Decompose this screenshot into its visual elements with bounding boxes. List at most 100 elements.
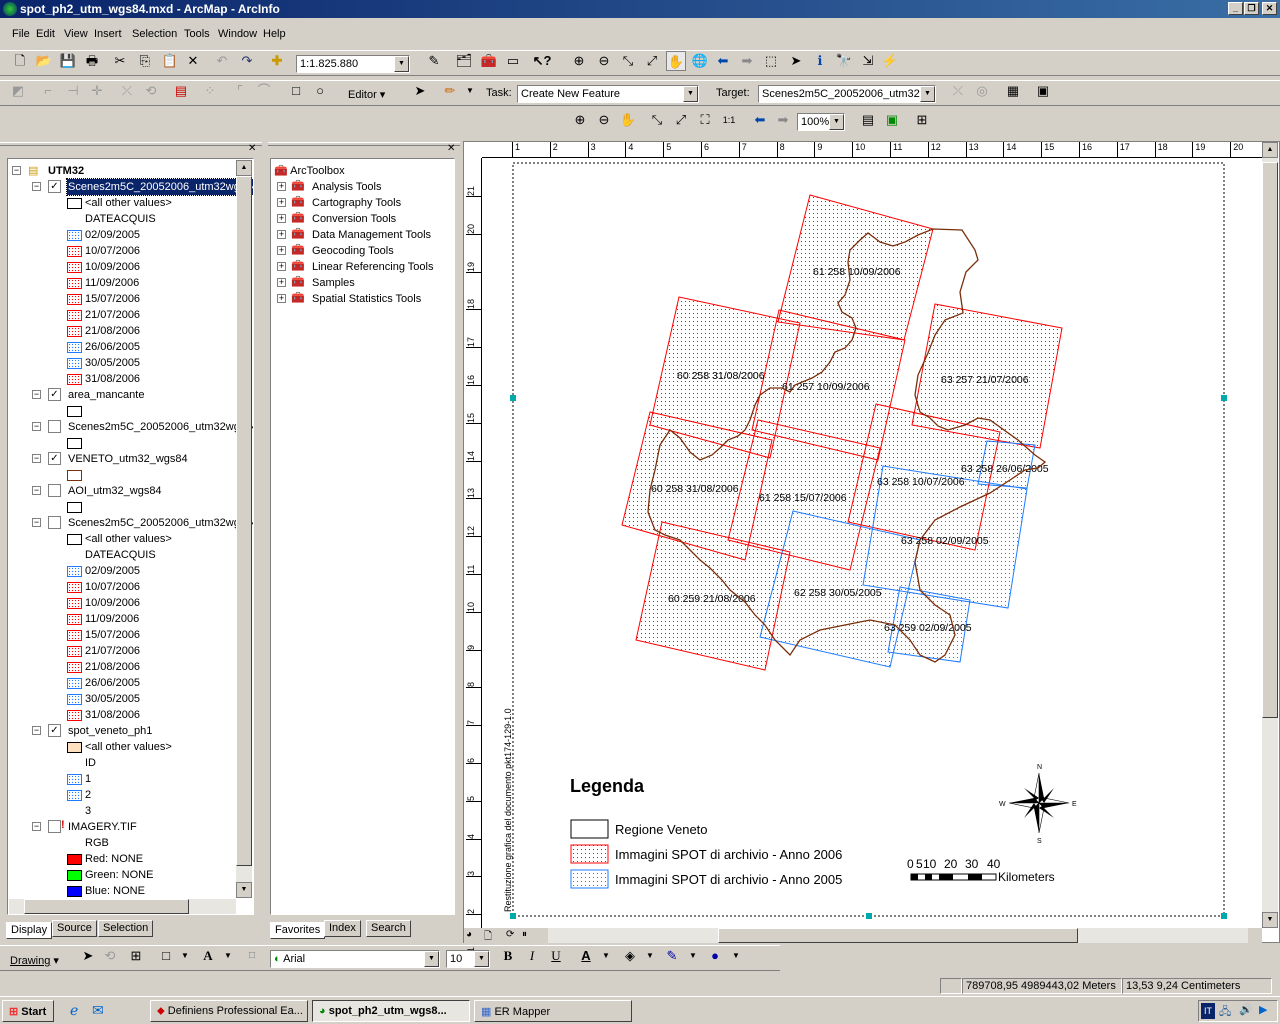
rotate-tool-icon[interactable]: ◎ xyxy=(972,81,992,101)
tray-arrow-icon[interactable]: ▶ xyxy=(1259,1003,1267,1016)
split-icon[interactable]: ⤫ xyxy=(117,81,137,101)
data-frame-name[interactable]: UTM32 xyxy=(48,163,84,179)
menu-tools[interactable]: Tools xyxy=(184,28,210,40)
chevron-down-icon[interactable]: ▼ xyxy=(218,946,238,966)
resize-handle[interactable] xyxy=(1221,395,1227,401)
layer-name[interactable]: VENETO_utm32_wgs84 xyxy=(67,451,189,467)
menu-view[interactable]: View xyxy=(64,28,88,40)
change-layout-icon[interactable]: ⊞ xyxy=(912,110,932,130)
menu-insert[interactable]: Insert xyxy=(94,28,122,40)
network-icon[interactable]: 🖧 xyxy=(1219,1003,1231,1022)
scroll-up-icon[interactable]: ▲ xyxy=(236,160,252,176)
vertex-icon[interactable]: ⌐ xyxy=(38,81,58,101)
toolset-item[interactable]: Samples xyxy=(312,275,355,291)
close-button[interactable]: ✕ xyxy=(1262,2,1277,15)
layer-name[interactable]: IMAGERY.TIF xyxy=(67,819,138,835)
toc-scroll-thumb[interactable] xyxy=(236,176,252,866)
edit-vertices-icon[interactable]: ⌑ xyxy=(242,946,262,966)
chevron-down-icon[interactable]: ▼ xyxy=(474,951,489,967)
layer-name[interactable]: Scenes2m5C_20052006_utm32wgs84 xyxy=(67,515,253,531)
expand-icon[interactable]: + xyxy=(277,182,286,191)
chevron-down-icon[interactable]: ▼ xyxy=(640,946,660,966)
edit-sketch-icon[interactable]: ◩ xyxy=(8,81,28,101)
pause-drawing-icon[interactable]: ⏸ xyxy=(522,929,527,940)
chevron-down-icon[interactable]: ▼ xyxy=(683,86,698,102)
arctoolbox-icon[interactable]: 🧰 xyxy=(479,51,499,71)
whats-this-icon[interactable]: ↖? xyxy=(532,51,552,71)
chevron-down-icon[interactable]: ▼ xyxy=(175,946,195,966)
collapse-icon[interactable]: − xyxy=(32,726,41,735)
redo-icon[interactable]: ↷ xyxy=(237,51,257,71)
font-combo[interactable]: ◐ Arial ▼ xyxy=(270,950,440,968)
scale-bar[interactable]: 0 5 10 20 30 40 Kilometers xyxy=(907,857,1055,884)
forward-extent-icon[interactable]: ➡ xyxy=(737,51,757,71)
new-rectangle-icon[interactable]: □ xyxy=(156,946,176,966)
toolset-item[interactable]: Linear Referencing Tools xyxy=(312,259,433,275)
expand-icon[interactable]: + xyxy=(277,294,286,303)
fixed-zoom-out-icon[interactable]: ⤢ xyxy=(642,51,662,71)
toolset-item[interactable]: Geocoding Tools xyxy=(312,243,394,259)
layer-visibility-checkbox[interactable] xyxy=(48,820,61,833)
split-polygon-icon[interactable]: ⤫ xyxy=(948,81,968,101)
underline-icon[interactable]: U xyxy=(546,946,566,966)
edge-icon[interactable]: ⌜ xyxy=(230,81,250,101)
layer-visibility-checkbox[interactable]: ✓ xyxy=(48,180,61,193)
new-icon[interactable]: 🗋 xyxy=(10,51,30,71)
legend-title[interactable]: Legenda xyxy=(570,776,645,796)
zoom-100-icon[interactable]: 1:1 xyxy=(719,110,739,130)
expand-icon[interactable]: + xyxy=(277,278,286,287)
collapse-icon[interactable]: − xyxy=(32,454,41,463)
map-vertical-scrollbar[interactable]: ▲ ▼ xyxy=(1262,142,1278,928)
zoom-whole-page-icon[interactable]: ⤡ xyxy=(647,110,667,130)
chevron-down-icon[interactable]: ▼ xyxy=(424,951,439,967)
task-arcmap[interactable]: ◕ spot_ph2_utm_wgs8... xyxy=(312,1000,470,1022)
topology-icon[interactable]: ⁘ xyxy=(200,81,220,101)
add-data-icon[interactable]: ✚ xyxy=(267,51,287,71)
collapse-icon[interactable]: − xyxy=(32,390,41,399)
rotate-element-icon[interactable]: ⟲ xyxy=(100,946,120,966)
arccatalog-icon[interactable]: 🗂 xyxy=(454,51,474,71)
collapse-icon[interactable]: − xyxy=(32,518,41,527)
north-arrow-icon[interactable]: N S E W xyxy=(999,764,1077,845)
language-indicator-icon[interactable]: IT xyxy=(1201,1003,1215,1019)
zoom-in-icon[interactable]: ⊕ xyxy=(569,51,589,71)
layer-name[interactable]: Scenes2m5C_20052006_utm32wgs84 xyxy=(67,419,253,435)
print-icon[interactable]: 🖶 xyxy=(82,51,102,71)
layout-view-icon[interactable]: 🗋 xyxy=(484,929,492,946)
zoom-to-page-icon[interactable]: ⛶ xyxy=(695,110,715,130)
zoom-to-elements-icon[interactable]: ⊞ xyxy=(126,946,146,966)
toolset-item[interactable]: Cartography Tools xyxy=(312,195,401,211)
tab-favorites[interactable]: Favorites xyxy=(270,922,326,939)
collapse-icon[interactable]: − xyxy=(32,182,41,191)
edit-tool-icon[interactable]: ➤ xyxy=(410,81,430,101)
layer-visibility-checkbox[interactable]: ✓ xyxy=(48,452,61,465)
layer-visibility-checkbox[interactable] xyxy=(48,420,61,433)
tab-selection[interactable]: Selection xyxy=(98,920,154,937)
fixed-zoom-out-page-icon[interactable]: ⤢ xyxy=(671,110,691,130)
collapse-icon[interactable]: − xyxy=(12,166,21,175)
bold-icon[interactable]: B xyxy=(498,946,518,966)
midpoint-icon[interactable]: ✛ xyxy=(87,81,107,101)
open-icon[interactable]: 📂 xyxy=(34,51,54,71)
layout-zoom-out-icon[interactable]: ⊖ xyxy=(594,110,614,130)
rectangle-tool-icon[interactable]: □ xyxy=(286,81,306,101)
fixed-zoom-in-icon[interactable]: ⤡ xyxy=(618,51,638,71)
data-view-icon[interactable]: ◕ xyxy=(466,929,472,940)
collapse-icon[interactable]: − xyxy=(32,486,41,495)
expand-icon[interactable]: + xyxy=(277,214,286,223)
select-features-icon[interactable]: ⬚ xyxy=(761,51,781,71)
start-button[interactable]: ⊞ Start xyxy=(2,1000,54,1022)
focus-data-frame-icon[interactable]: ▣ xyxy=(882,110,902,130)
map-vscroll-thumb[interactable] xyxy=(1262,162,1278,718)
layer-name[interactable]: area_mancante xyxy=(67,387,145,403)
map-hscroll-thumb[interactable] xyxy=(718,928,1078,943)
task-er-mapper[interactable]: ▦ ER Mapper xyxy=(474,1000,632,1022)
menu-window[interactable]: Window xyxy=(218,28,257,40)
resize-handle[interactable] xyxy=(510,913,516,919)
expand-icon[interactable]: + xyxy=(277,246,286,255)
expand-icon[interactable]: + xyxy=(277,230,286,239)
marker-color-icon[interactable]: ● xyxy=(705,946,725,966)
layer-visibility-checkbox[interactable] xyxy=(48,484,61,497)
toc-vertical-scrollbar[interactable]: ▲ ▼ xyxy=(236,160,252,898)
expand-icon[interactable]: + xyxy=(277,262,286,271)
